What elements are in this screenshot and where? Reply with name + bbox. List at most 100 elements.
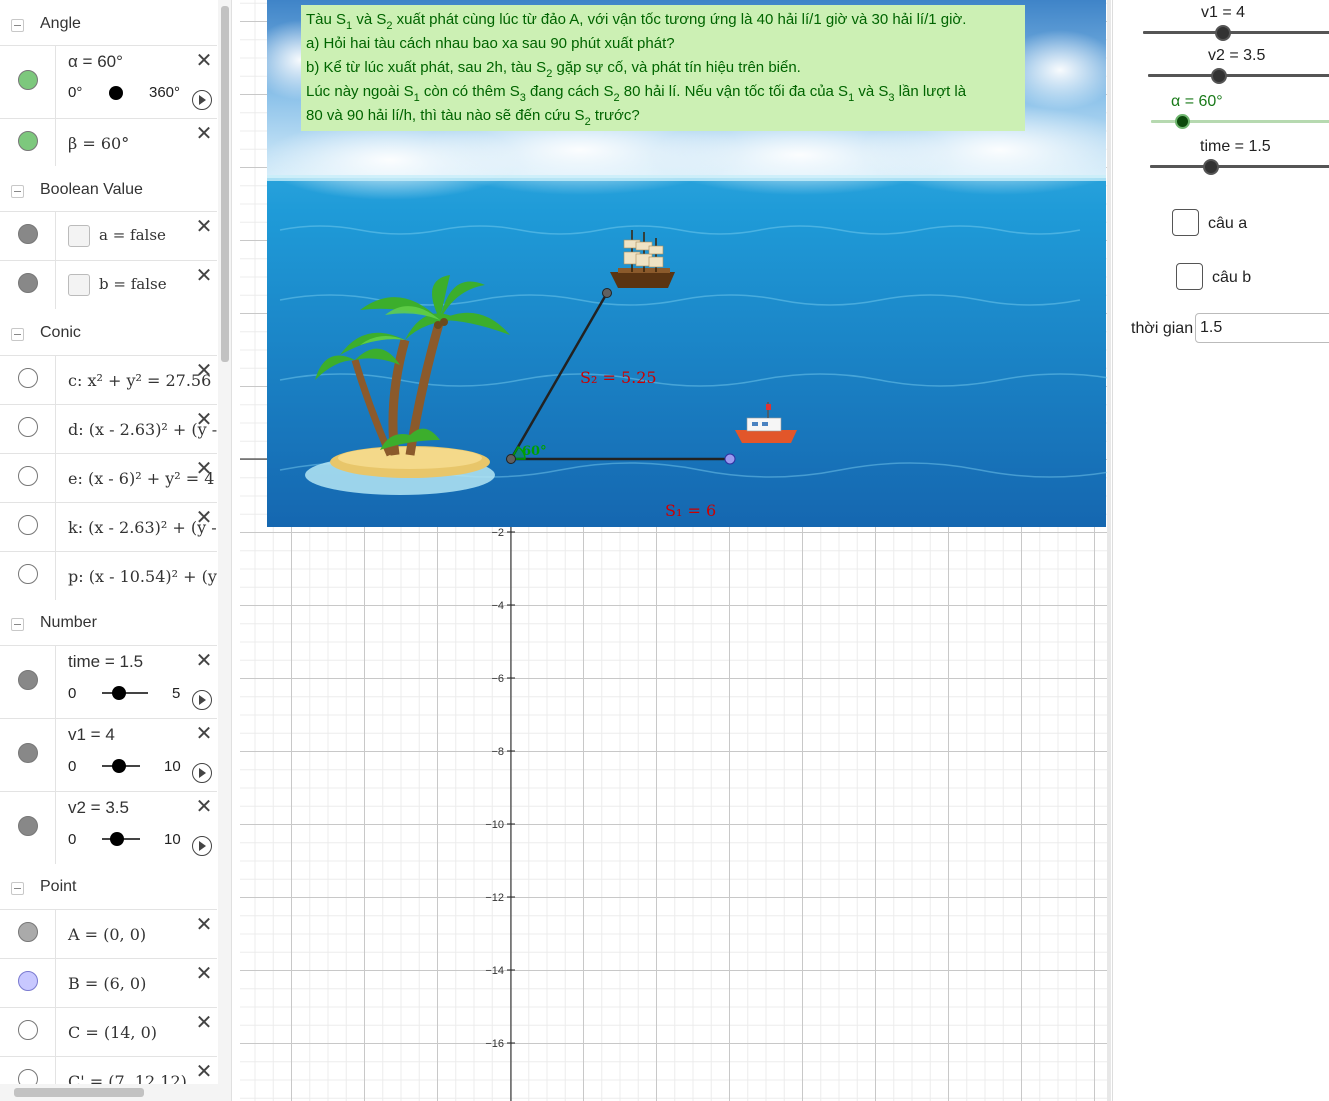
visibility-toggle[interactable]: [18, 564, 38, 584]
play-icon[interactable]: [192, 836, 212, 856]
close-icon[interactable]: ✕: [195, 124, 213, 144]
point-b[interactable]: [724, 453, 736, 465]
visibility-toggle[interactable]: [18, 368, 38, 388]
collapse-icon[interactable]: [11, 882, 24, 895]
alg-row-v2[interactable]: v2 = 3.5 ✕ 0 10: [0, 791, 217, 864]
play-icon[interactable]: [192, 690, 212, 710]
alg-row-conic-p[interactable]: p: (x - 10.54)² + (y: [0, 551, 217, 600]
visibility-toggle[interactable]: [18, 417, 38, 437]
alg-row-conic-c[interactable]: c: x² + y² = 27.56 ✕: [0, 355, 217, 404]
play-icon[interactable]: [192, 763, 212, 783]
collapse-icon[interactable]: [11, 19, 24, 32]
visibility-toggle[interactable]: [18, 816, 38, 836]
collapse-icon[interactable]: [11, 618, 24, 631]
alg-row-time[interactable]: time = 1.5 ✕ 0 5: [0, 645, 217, 718]
v1-slider-knob[interactable]: [112, 759, 126, 773]
time-slider-knob[interactable]: [1203, 159, 1219, 175]
close-icon[interactable]: ✕: [195, 964, 213, 984]
visibility-toggle[interactable]: [18, 273, 38, 293]
close-icon[interactable]: ✕: [195, 508, 213, 528]
visibility-toggle[interactable]: [18, 971, 38, 991]
graphics-canvas[interactable]: Tàu S1 và S2 xuất phát cùng lúc từ đảo A…: [240, 0, 1107, 1101]
conic-p-definition[interactable]: p: (x - 10.54)² + (y: [68, 567, 217, 586]
alg-row-point-c[interactable]: C = (14, 0) ✕: [0, 1007, 217, 1056]
cau-a-label[interactable]: câu a: [1208, 215, 1247, 233]
alg-row-conic-k[interactable]: k: (x - 2.63)² + (y - ✕: [0, 502, 217, 551]
scroll-thumb[interactable]: [221, 6, 229, 362]
alpha-slider-knob[interactable]: [1175, 114, 1190, 129]
boolean-a-definition[interactable]: a = false: [99, 226, 166, 244]
collapse-icon[interactable]: [11, 328, 24, 341]
close-icon[interactable]: ✕: [195, 361, 213, 381]
close-icon[interactable]: ✕: [195, 459, 213, 479]
v2-slider-track[interactable]: [1148, 74, 1329, 77]
collapse-icon[interactable]: [11, 185, 24, 198]
close-icon[interactable]: ✕: [195, 797, 213, 817]
close-icon[interactable]: ✕: [195, 1013, 213, 1033]
visibility-toggle[interactable]: [18, 70, 38, 90]
close-icon[interactable]: ✕: [195, 217, 213, 237]
group-point[interactable]: Point: [0, 865, 217, 909]
close-icon[interactable]: ✕: [195, 1062, 213, 1082]
visibility-toggle[interactable]: [18, 515, 38, 535]
time-slider-track[interactable]: [1150, 165, 1329, 168]
alg-row-alpha[interactable]: α = 60° ✕ 0° 360°: [0, 45, 217, 118]
cau-b-checkbox[interactable]: [1176, 263, 1203, 290]
visibility-toggle[interactable]: [18, 670, 38, 690]
point-s2[interactable]: [602, 288, 612, 298]
beta-definition[interactable]: β = 60°: [68, 134, 129, 153]
time-input-field[interactable]: 1.5: [1195, 313, 1329, 343]
alg-row-v1[interactable]: v1 = 4 ✕ 0 10: [0, 718, 217, 791]
close-icon[interactable]: ✕: [195, 266, 213, 286]
v2-definition[interactable]: v2 = 3.5: [68, 798, 129, 818]
time-definition[interactable]: time = 1.5: [68, 652, 143, 672]
alg-row-bool-b[interactable]: b = false ✕: [0, 260, 217, 309]
boolean-b-checkbox[interactable]: [68, 274, 90, 296]
group-conic[interactable]: Conic: [0, 311, 217, 355]
group-angle[interactable]: Angle: [0, 2, 217, 46]
alg-row-point-b[interactable]: B = (6, 0) ✕: [0, 958, 217, 1007]
v1-definition[interactable]: v1 = 4: [68, 725, 115, 745]
play-icon[interactable]: [192, 90, 212, 110]
v1-slider-knob[interactable]: [1215, 25, 1231, 41]
point-c-definition[interactable]: C = (14, 0): [68, 1023, 157, 1042]
visibility-toggle[interactable]: [18, 131, 38, 151]
scroll-thumb[interactable]: [14, 1088, 144, 1097]
alpha-slider-knob[interactable]: [109, 86, 123, 100]
point-a[interactable]: [506, 454, 516, 464]
close-icon[interactable]: ✕: [195, 915, 213, 935]
close-icon[interactable]: ✕: [195, 651, 213, 671]
time-slider-knob[interactable]: [112, 686, 126, 700]
graphics-view[interactable]: Tàu S1 và S2 xuất phát cùng lúc từ đảo A…: [240, 0, 1107, 1101]
visibility-toggle[interactable]: [18, 922, 38, 942]
alg-row-bool-a[interactable]: a = false ✕: [0, 211, 217, 260]
alg-row-beta[interactable]: β = 60° ✕: [0, 118, 217, 166]
algebra-vertical-scrollbar[interactable]: [218, 0, 231, 1101]
visibility-toggle[interactable]: [18, 466, 38, 486]
cau-b-label[interactable]: câu b: [1212, 269, 1251, 287]
close-icon[interactable]: ✕: [195, 724, 213, 744]
conic-e-definition[interactable]: e: (x - 6)² + y² = 4: [68, 469, 214, 488]
algebra-horizontal-scrollbar[interactable]: [0, 1084, 218, 1101]
point-a-definition[interactable]: A = (0, 0): [68, 925, 146, 944]
alg-row-point-a[interactable]: A = (0, 0) ✕: [0, 909, 217, 958]
visibility-toggle[interactable]: [18, 743, 38, 763]
v2-slider-knob[interactable]: [110, 832, 124, 846]
v2-slider-knob[interactable]: [1211, 68, 1227, 84]
conic-c-definition[interactable]: c: x² + y² = 27.56: [68, 371, 211, 390]
alg-row-conic-e[interactable]: e: (x - 6)² + y² = 4 ✕: [0, 453, 217, 502]
problem-text-box[interactable]: Tàu S1 và S2 xuất phát cùng lúc từ đảo A…: [301, 5, 1025, 131]
v1-slider-track[interactable]: [1143, 31, 1329, 34]
boolean-b-definition[interactable]: b = false: [99, 275, 167, 293]
group-number[interactable]: Number: [0, 601, 217, 645]
visibility-toggle[interactable]: [18, 1020, 38, 1040]
boolean-a-checkbox[interactable]: [68, 225, 90, 247]
alpha-definition[interactable]: α = 60°: [68, 52, 123, 72]
alg-row-conic-d[interactable]: d: (x - 2.63)² + (y - ✕: [0, 404, 217, 453]
cau-a-checkbox[interactable]: [1172, 209, 1199, 236]
close-icon[interactable]: ✕: [195, 410, 213, 430]
graphics-divider[interactable]: [1107, 0, 1111, 1101]
point-b-definition[interactable]: B = (6, 0): [68, 974, 146, 993]
group-boolean[interactable]: Boolean Value: [0, 168, 217, 212]
visibility-toggle[interactable]: [18, 224, 38, 244]
